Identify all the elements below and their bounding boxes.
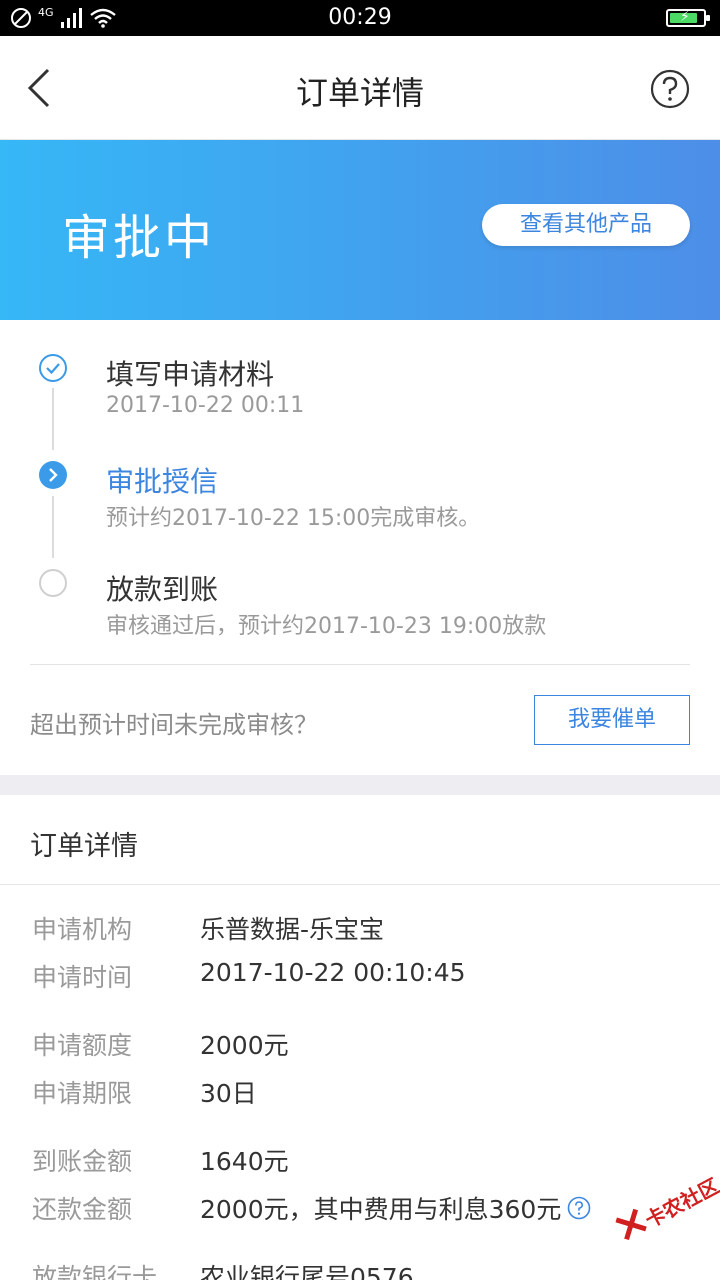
battery-icon: ⚡ (666, 9, 710, 27)
detail-header: 订单详情 (0, 795, 720, 885)
detail-label: 放款银行卡 (32, 1263, 158, 1280)
urge-question: 超出预计时间未完成审核？ (30, 711, 318, 739)
urge-order-button[interactable]: 我要催单 (534, 695, 690, 745)
check-circle-icon (39, 354, 67, 382)
chevron-right-circle-icon (39, 461, 67, 489)
status-time: 00:29 (328, 5, 392, 30)
nav-bar: 订单详情 (0, 36, 720, 140)
empty-circle-icon (39, 569, 67, 597)
detail-label: 申请机构 (32, 915, 133, 944)
repayment-value-row: 2000元，其中费用与利息360元 (200, 1190, 591, 1226)
watermark: 卡农社区 (603, 1155, 720, 1274)
timeline-connector (52, 496, 54, 558)
detail-label: 申请时间 (32, 963, 133, 992)
detail-value: 2017-10-22 00:10:45 (200, 958, 466, 987)
step-subtitle: 预计约2017-10-22 15:00完成审核。 (106, 506, 481, 531)
step-subtitle: 审核通过后，预计约2017-10-23 19:00放款 (106, 614, 547, 639)
step-title: 放款到账 (106, 573, 219, 606)
order-status: 审批中 (62, 210, 216, 266)
detail-value: 2000元，其中费用与利息360元 (200, 1195, 562, 1224)
page-title: 订单详情 (295, 74, 424, 112)
step-title: 填写申请材料 (106, 358, 275, 391)
detail-value: 乐普数据-乐宝宝 (200, 915, 385, 944)
section-title: 订单详情 (30, 831, 138, 862)
progress-timeline: 填写申请材料 2017-10-22 00:11 审批授信 预计约2017-10-… (0, 320, 720, 775)
help-button[interactable] (650, 69, 690, 109)
watermark-text: 卡农社区 (641, 1173, 720, 1233)
fee-info-icon[interactable] (567, 1196, 591, 1220)
detail-value: 2000元 (200, 1031, 289, 1060)
view-other-products-button[interactable]: 查看其他产品 (482, 204, 690, 246)
question-circle-icon (650, 69, 690, 109)
divider (30, 664, 690, 665)
detail-value: 农业银行尾号0576 (200, 1263, 414, 1280)
status-banner: 审批中 查看其他产品 (0, 140, 720, 320)
detail-label: 申请额度 (32, 1031, 133, 1060)
step-subtitle: 2017-10-22 00:11 (106, 393, 305, 418)
charging-icon: ⚡ (680, 9, 690, 25)
detail-label: 到账金额 (32, 1147, 133, 1176)
detail-value: 1640元 (200, 1147, 289, 1176)
status-bar: 4G 00:29 ⚡ (0, 0, 720, 36)
detail-label: 还款金额 (32, 1195, 133, 1224)
detail-label: 申请期限 (32, 1079, 133, 1108)
step-title: 审批授信 (106, 465, 219, 498)
timeline-connector (52, 388, 54, 450)
detail-value: 30日 (200, 1079, 257, 1108)
section-gap (0, 775, 720, 795)
